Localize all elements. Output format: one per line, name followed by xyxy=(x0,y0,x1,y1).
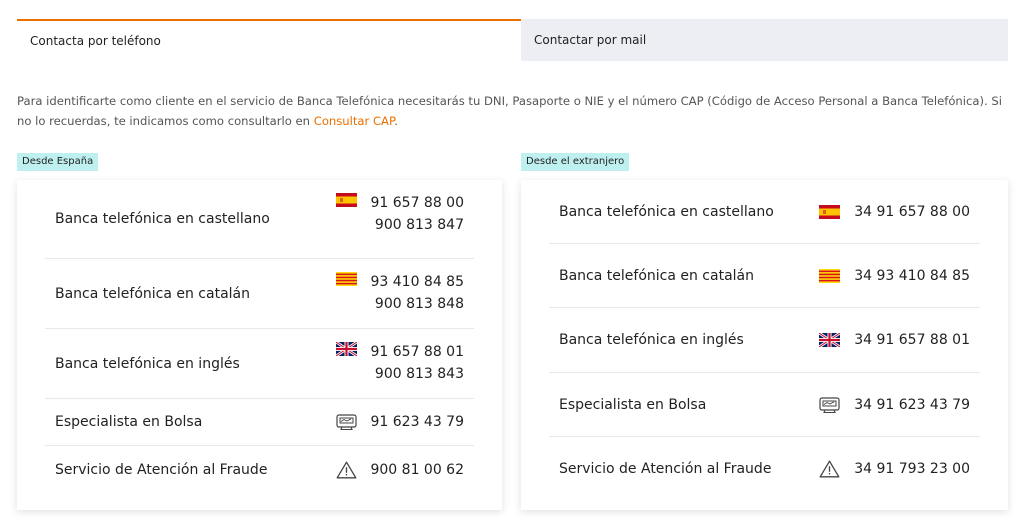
phone-number[interactable]: 93 410 84 85 xyxy=(370,271,464,293)
phone-number[interactable]: 34 91 657 88 01 xyxy=(854,329,970,351)
badge-from-abroad: Desde el extranjero xyxy=(521,153,630,171)
contact-tabs: Contacta por teléfono Contactar por mail xyxy=(17,19,1008,61)
row-label: Banca telefónica en inglés xyxy=(559,332,744,348)
warning-icon xyxy=(336,461,357,479)
catalonia-flag-icon xyxy=(336,272,357,286)
phone-number[interactable]: 900 813 847 xyxy=(370,214,464,236)
phone-number[interactable]: 34 91 657 88 00 xyxy=(854,201,970,223)
phone-row-ext-ingles: Banca telefónica en inglés 34 91 657 88 … xyxy=(549,308,980,373)
phone-number[interactable]: 91 657 88 01 xyxy=(370,341,464,363)
row-label: Especialista en Bolsa xyxy=(559,396,707,413)
phone-number[interactable]: 900 813 843 xyxy=(370,363,464,385)
spain-phones-card: Banca telefónica en castellano 91 657 88… xyxy=(17,180,502,510)
badge-from-spain: Desde España xyxy=(17,153,99,171)
trading-terminal-icon xyxy=(819,397,840,413)
trading-terminal-icon xyxy=(336,414,357,430)
row-label: Banca telefónica en castellano xyxy=(559,203,774,220)
phone-number[interactable]: 91 657 88 00 xyxy=(370,192,464,214)
warning-icon xyxy=(819,460,840,478)
uk-flag-icon xyxy=(819,333,840,347)
intro-text: Para identificarte como cliente en el se… xyxy=(17,91,1007,131)
phone-numbers: 91 657 88 00 900 813 847 xyxy=(370,192,464,236)
consultar-cap-link[interactable]: Consultar CAP xyxy=(314,114,394,128)
phone-row-ext-castellano: Banca telefónica en castellano 34 91 657… xyxy=(549,180,980,244)
phone-numbers: 93 410 84 85 900 813 848 xyxy=(370,271,464,315)
phone-number[interactable]: 34 93 410 84 85 xyxy=(854,265,970,287)
phone-row-ext-bolsa: Especialista en Bolsa 34 91 623 43 79 xyxy=(549,373,980,437)
catalonia-flag-icon xyxy=(819,269,840,283)
phone-number[interactable]: 900 81 00 62 xyxy=(370,459,464,481)
row-label: Banca telefónica en catalán xyxy=(559,267,754,284)
row-label: Banca telefónica en catalán xyxy=(55,285,250,302)
abroad-phones-card: Banca telefónica en castellano 34 91 657… xyxy=(521,180,1008,510)
spain-flag-icon xyxy=(819,205,840,219)
row-label: Servicio de Atención al Fraude xyxy=(55,461,268,478)
phone-row-ext-fraude: Servicio de Atención al Fraude 34 91 793… xyxy=(549,437,980,501)
spain-flag-icon xyxy=(336,193,357,207)
row-label: Banca telefónica en inglés xyxy=(55,355,240,372)
intro-suffix: . xyxy=(394,114,398,128)
phone-number[interactable]: 34 91 623 43 79 xyxy=(854,394,970,416)
phone-number[interactable]: 900 813 848 xyxy=(370,293,464,315)
phone-row-es-ingles: Banca telefónica en inglés 91 657 88 01 … xyxy=(45,329,474,399)
row-label: Especialista en Bolsa xyxy=(55,414,203,430)
phone-number[interactable]: 91 623 43 79 xyxy=(370,411,464,433)
phone-number[interactable]: 34 91 793 23 00 xyxy=(854,458,970,480)
phone-numbers: 91 657 88 01 900 813 843 xyxy=(370,341,464,385)
uk-flag-icon xyxy=(336,342,357,356)
phone-row-es-bolsa: Especialista en Bolsa 91 623 43 79 xyxy=(45,399,474,446)
intro-body: Para identificarte como cliente en el se… xyxy=(17,94,1002,128)
phone-row-ext-catalan: Banca telefónica en catalán 34 93 410 84… xyxy=(549,244,980,308)
phone-row-es-catalan: Banca telefónica en catalán 93 410 84 85… xyxy=(45,259,474,329)
phone-row-es-fraude: Servicio de Atención al Fraude 900 81 00… xyxy=(45,446,474,493)
row-label: Servicio de Atención al Fraude xyxy=(559,461,772,477)
tab-contact-mail[interactable]: Contactar por mail xyxy=(521,19,1008,61)
row-label: Banca telefónica en castellano xyxy=(55,211,270,227)
phone-row-es-castellano: Banca telefónica en castellano 91 657 88… xyxy=(45,180,474,259)
tab-contact-phone[interactable]: Contacta por teléfono xyxy=(17,19,521,61)
